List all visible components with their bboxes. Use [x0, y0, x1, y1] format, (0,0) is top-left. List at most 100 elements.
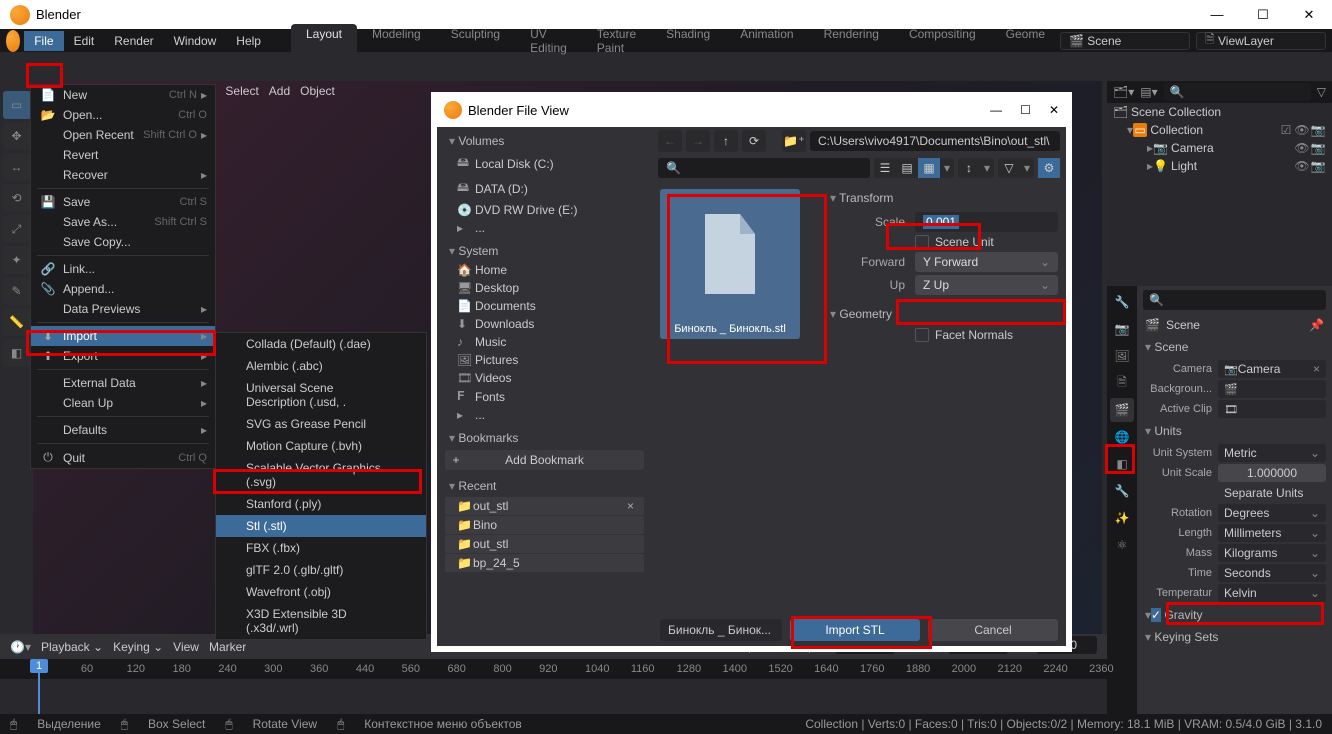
props-search[interactable]: 🔍: [1143, 290, 1326, 310]
dialog-close[interactable]: ✕: [1049, 103, 1059, 117]
tab-shading[interactable]: Shading: [651, 24, 725, 58]
import-x3d[interactable]: X3D Extensible 3D (.x3d/.wrl): [216, 603, 426, 639]
blender-icon[interactable]: [6, 30, 20, 52]
timeline-ruler[interactable]: 0601201802403003604405606808009201040116…: [0, 659, 1107, 679]
transform-header[interactable]: Transform: [830, 187, 1058, 209]
add-bookmark[interactable]: +Add Bookmark: [445, 450, 644, 470]
sys-home[interactable]: 🏠Home: [441, 261, 648, 279]
outliner-search[interactable]: 🔍: [1164, 83, 1311, 101]
sys-videos[interactable]: 🎞Videos: [441, 369, 648, 387]
bg-select[interactable]: 🎬: [1218, 380, 1326, 398]
file-recover[interactable]: Recover▸: [31, 165, 215, 185]
file-revert[interactable]: Revert: [31, 145, 215, 165]
camera-select[interactable]: 📷 Camera×: [1218, 360, 1326, 378]
file-append[interactable]: 📎Append...: [31, 279, 215, 299]
view-list-h[interactable]: ▤: [896, 158, 918, 178]
import-svg-gp[interactable]: SVG as Grease Pencil: [216, 413, 426, 435]
outliner-camera[interactable]: ▸📷Camera👁📷: [1107, 139, 1332, 157]
tool-rotate[interactable]: ⟲: [3, 184, 31, 212]
tab-modeling[interactable]: Modeling: [357, 24, 436, 58]
nav-refresh[interactable]: ⟳: [742, 130, 766, 152]
recent-3[interactable]: 📁bp_24_5: [445, 554, 644, 572]
filter-drop[interactable]: ▾: [1020, 158, 1034, 178]
length-select[interactable]: Millimeters⌄: [1218, 524, 1326, 542]
scene-picker[interactable]: 🎬 Scene: [1060, 32, 1190, 50]
outliner-type-icon[interactable]: 🗂▾: [1113, 85, 1134, 99]
dialog-maximize[interactable]: ☐: [1020, 103, 1031, 117]
tl-keying[interactable]: Keying ⌄: [113, 640, 163, 654]
file-open-recent[interactable]: Open RecentShift Ctrl O▸: [31, 125, 215, 145]
clip-select[interactable]: 🎞: [1218, 400, 1326, 418]
maximize-button[interactable]: ☐: [1240, 0, 1286, 29]
menu-edit[interactable]: Edit: [64, 31, 105, 51]
file-open[interactable]: 📂Open...Ctrl O: [31, 105, 215, 125]
keying-section[interactable]: Keying Sets: [1143, 626, 1326, 648]
ptab-tool[interactable]: 🔧: [1110, 290, 1134, 314]
tl-marker[interactable]: Marker: [209, 640, 246, 654]
temp-select[interactable]: Kelvin⌄: [1218, 584, 1326, 602]
ptab-physics[interactable]: ⚛: [1110, 533, 1134, 557]
view-list-v[interactable]: ☰: [874, 158, 896, 178]
units-section[interactable]: Units: [1143, 420, 1326, 442]
menu-file[interactable]: File: [24, 31, 63, 51]
vh-select[interactable]: Select: [225, 84, 258, 98]
tool-annotate[interactable]: ✎: [3, 277, 31, 305]
menu-help[interactable]: Help: [226, 31, 271, 51]
tab-geometry[interactable]: Geome: [991, 24, 1060, 58]
geometry-header[interactable]: Geometry: [830, 303, 1058, 325]
tool-select[interactable]: ▭: [3, 91, 31, 119]
volume-e[interactable]: 💿DVD RW Drive (E:): [441, 201, 648, 219]
import-stl-button[interactable]: Import STL: [790, 619, 920, 641]
file-link[interactable]: 🔗Link...: [31, 259, 215, 279]
import-stl[interactable]: Stl (.stl): [216, 515, 426, 537]
tool-addcube[interactable]: ◧: [3, 339, 31, 367]
cancel-button[interactable]: Cancel: [928, 619, 1058, 641]
close-button[interactable]: ✕: [1286, 0, 1332, 29]
unitsys-select[interactable]: Metric⌄: [1218, 444, 1326, 462]
view-thumb[interactable]: ▦: [918, 158, 940, 178]
system-header[interactable]: System: [441, 241, 648, 261]
import-alembic[interactable]: Alembic (.abc): [216, 355, 426, 377]
separate-check[interactable]: Separate Units: [1218, 484, 1326, 502]
gravity-section[interactable]: ✓ Gravity: [1143, 604, 1326, 626]
sort-drop[interactable]: ▾: [980, 158, 994, 178]
ptab-object[interactable]: ◧: [1110, 452, 1134, 476]
file-export[interactable]: ⬆Export▸: [31, 346, 215, 366]
tool-move[interactable]: ↔: [3, 153, 31, 181]
volume-d[interactable]: 🖴DATA (D:): [441, 176, 648, 201]
outliner-filter-icon[interactable]: ▽: [1317, 85, 1326, 99]
import-usd[interactable]: Universal Scene Description (.usd, .: [216, 377, 426, 413]
ptab-world[interactable]: 🌐: [1110, 425, 1134, 449]
outliner-collection[interactable]: ▾▭ Collection☑👁📷: [1107, 121, 1332, 139]
sys-desktop[interactable]: 🖥Desktop: [441, 279, 648, 297]
filename-input[interactable]: Бинокль _ Бинок...: [660, 619, 782, 641]
filter-btn[interactable]: ▽: [998, 158, 1020, 178]
ptab-particle[interactable]: ✨: [1110, 506, 1134, 530]
vh-add[interactable]: Add: [269, 84, 290, 98]
menu-window[interactable]: Window: [164, 31, 227, 51]
file-data-previews[interactable]: Data Previews▸: [31, 299, 215, 319]
tool-cursor[interactable]: ✥: [3, 122, 31, 150]
nav-forward[interactable]: →: [686, 130, 710, 152]
scene-unit-check[interactable]: [915, 235, 929, 249]
unitscale-input[interactable]: 1.000000: [1218, 464, 1326, 482]
sys-fonts[interactable]: 𝐅Fonts: [441, 387, 648, 406]
import-obj[interactable]: Wavefront (.obj): [216, 581, 426, 603]
file-thumbnail[interactable]: Бинокль _ Бинокль.stl: [660, 189, 800, 339]
forward-select[interactable]: Y Forward⌄: [915, 252, 1058, 272]
sys-music[interactable]: ♪Music: [441, 333, 648, 351]
import-fbx[interactable]: FBX (.fbx): [216, 537, 426, 559]
view-drop[interactable]: ▾: [940, 158, 954, 178]
sort-btn[interactable]: ↕: [958, 158, 980, 178]
volume-c[interactable]: 🖴Local Disk (C:): [441, 151, 648, 176]
tl-view[interactable]: View: [173, 640, 199, 654]
menu-render[interactable]: Render: [104, 31, 163, 51]
file-defaults[interactable]: Defaults▸: [31, 420, 215, 440]
file-save-copy[interactable]: Save Copy...: [31, 232, 215, 252]
bookmarks-header[interactable]: Bookmarks: [441, 428, 648, 448]
ptab-modifier[interactable]: 🔧: [1110, 479, 1134, 503]
tool-measure[interactable]: 📏: [3, 308, 31, 336]
sys-documents[interactable]: 📄Documents: [441, 297, 648, 315]
tab-texturepaint[interactable]: Texture Paint: [582, 24, 651, 58]
sys-downloads[interactable]: ⬇Downloads: [441, 315, 648, 333]
